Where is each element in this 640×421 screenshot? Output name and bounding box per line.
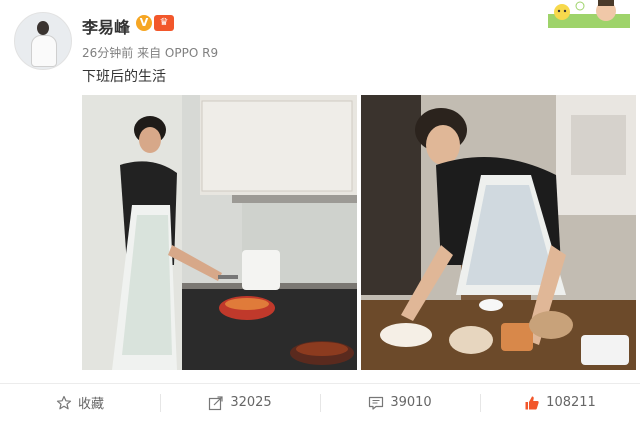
- comment-count: 39010: [390, 395, 432, 410]
- comment-button[interactable]: 39010: [320, 384, 480, 421]
- member-badge: ♛: [154, 15, 174, 31]
- author-name[interactable]: 李易峰: [82, 14, 130, 38]
- thumbs-up-icon: [525, 396, 539, 409]
- post-source: 来自 OPPO R9: [137, 46, 219, 60]
- avatar-head: [37, 21, 49, 35]
- star-icon: [56, 395, 72, 409]
- repost-button[interactable]: 32025: [160, 384, 320, 421]
- post-photo-2[interactable]: [361, 95, 636, 370]
- favorite-label: 收藏: [77, 397, 104, 412]
- like-count: 108211: [546, 395, 596, 410]
- post-time[interactable]: 26分钟前: [82, 46, 133, 60]
- comment-icon: [369, 396, 384, 410]
- avatar[interactable]: [14, 12, 72, 70]
- share-icon: [209, 395, 223, 410]
- post-meta: 26分钟前 来自 OPPO R9: [82, 44, 218, 61]
- repost-count: 32025: [230, 395, 272, 410]
- verified-badge: V: [136, 15, 152, 31]
- action-bar: 收藏 32025 39010 108211: [0, 384, 640, 421]
- like-button[interactable]: 108211: [480, 384, 640, 421]
- decoration-icon: [548, 0, 630, 28]
- post-photo-1[interactable]: [82, 95, 357, 370]
- post-text: 下班后的生活: [82, 69, 166, 85]
- dining-photo: [361, 95, 636, 370]
- avatar-body: [31, 35, 57, 67]
- kitchen-photo: [82, 95, 357, 370]
- favorite-button[interactable]: 收藏: [0, 384, 160, 421]
